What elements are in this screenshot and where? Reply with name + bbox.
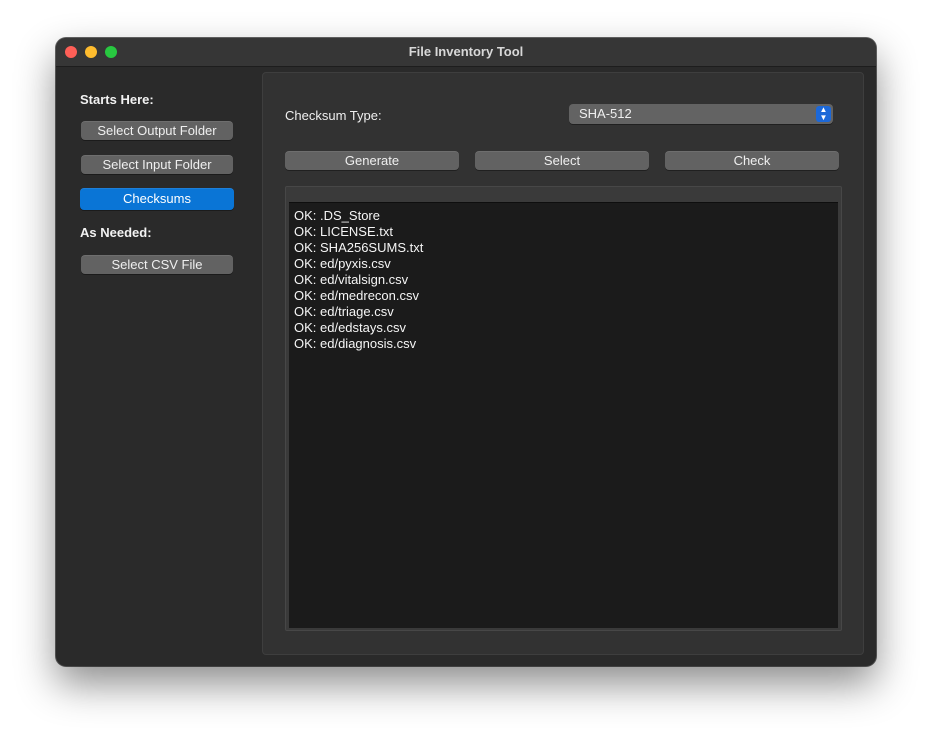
close-icon[interactable]	[65, 46, 77, 58]
generate-button[interactable]: Generate	[285, 151, 459, 170]
checksum-type-value: SHA-512	[579, 106, 632, 121]
sidebar: Starts Here: Select Output Folder Select…	[56, 67, 256, 666]
starts-here-label: Starts Here:	[80, 92, 154, 107]
app-window: File Inventory Tool Starts Here: Select …	[56, 38, 876, 666]
checksum-type-select[interactable]: SHA-512 ▲ ▼	[569, 104, 833, 124]
output-line: OK: SHA256SUMS.txt	[294, 240, 424, 255]
select-csv-file-button[interactable]: Select CSV File	[81, 255, 233, 274]
select-output-folder-button[interactable]: Select Output Folder	[81, 121, 233, 140]
select-input-folder-button[interactable]: Select Input Folder	[81, 155, 233, 174]
as-needed-label: As Needed:	[80, 225, 152, 240]
output-line: OK: LICENSE.txt	[294, 224, 393, 239]
output-line: OK: ed/triage.csv	[294, 304, 394, 319]
minimize-icon[interactable]	[85, 46, 97, 58]
title-bar: File Inventory Tool	[56, 38, 876, 67]
up-down-chevron-icon: ▲ ▼	[816, 106, 831, 122]
checksum-type-label: Checksum Type:	[285, 108, 382, 123]
output-frame: OK: .DS_Store OK: LICENSE.txt OK: SHA256…	[285, 186, 842, 631]
output-line: OK: ed/pyxis.csv	[294, 256, 391, 271]
output-log[interactable]: OK: .DS_Store OK: LICENSE.txt OK: SHA256…	[289, 202, 838, 628]
output-line: OK: .DS_Store	[294, 208, 380, 223]
output-line: OK: ed/medrecon.csv	[294, 288, 419, 303]
output-line: OK: ed/vitalsign.csv	[294, 272, 409, 287]
window-title: File Inventory Tool	[408, 44, 524, 59]
output-line: OK: ed/diagnosis.csv	[294, 336, 417, 351]
checksums-button[interactable]: Checksums	[80, 188, 234, 210]
check-button[interactable]: Check	[665, 151, 839, 170]
checksums-panel: Checksum Type: SHA-512 ▲ ▼ Generate Selec…	[262, 72, 864, 655]
output-lines: OK: .DS_Store OK: LICENSE.txt OK: SHA256…	[289, 208, 423, 352]
output-line: OK: ed/edstays.csv	[294, 320, 406, 335]
zoom-icon[interactable]	[105, 46, 117, 58]
select-button[interactable]: Select	[475, 151, 649, 170]
